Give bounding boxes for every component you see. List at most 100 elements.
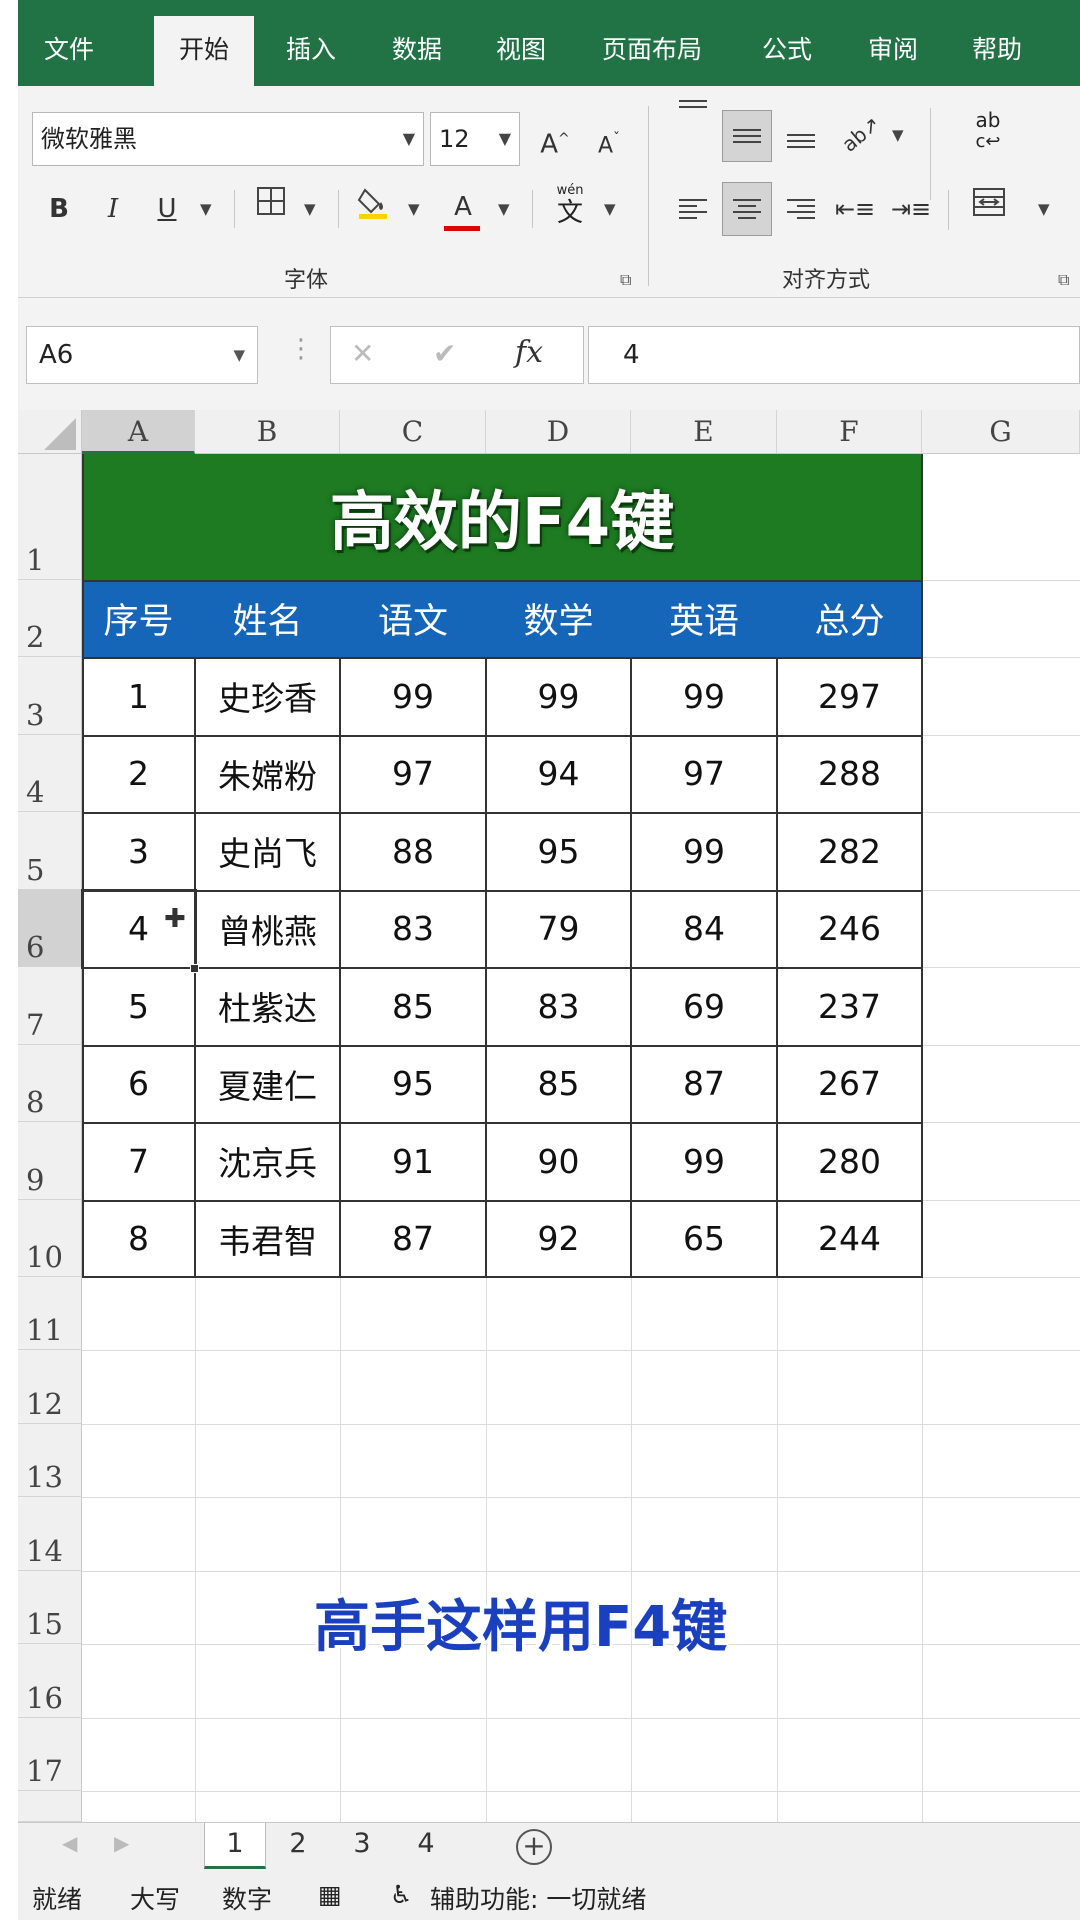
cancel-icon[interactable]: ✕ — [351, 337, 374, 370]
chevron-down-icon[interactable]: ▼ — [1038, 200, 1050, 218]
table-cell[interactable]: 97 — [340, 735, 486, 812]
table-cell[interactable]: 83 — [486, 967, 631, 1045]
scroll-left-icon[interactable]: ◀ — [62, 1831, 77, 1855]
row-header[interactable]: 17 — [18, 1718, 82, 1791]
table-cell[interactable]: 92 — [486, 1200, 631, 1277]
font-size-select[interactable]: 12 ▼ — [430, 112, 520, 166]
chevron-down-icon[interactable]: ▼ — [304, 200, 316, 218]
table-cell[interactable]: 史尚飞 — [195, 812, 340, 890]
table-cell[interactable]: 99 — [631, 657, 777, 735]
phonetic-button[interactable]: wén 文 — [548, 184, 592, 234]
sheet-tab-2[interactable]: 2 — [268, 1823, 328, 1869]
table-cell[interactable]: 87 — [631, 1045, 777, 1122]
merge-center-button[interactable] — [964, 184, 1014, 234]
tab-file[interactable]: 文件 — [26, 0, 112, 86]
chevron-down-icon[interactable]: ▼ — [408, 200, 420, 218]
table-cell[interactable]: 87 — [340, 1200, 486, 1277]
table-cell[interactable]: 5 — [82, 967, 195, 1045]
table-header-cell[interactable]: 姓名 — [195, 580, 340, 657]
table-cell[interactable]: 95 — [486, 812, 631, 890]
column-header[interactable]: B — [195, 410, 340, 454]
tab-page-layout[interactable]: 页面布局 — [584, 0, 720, 86]
worksheet-grid[interactable]: A B C D E F G 1 2 3 4 5 6 7 8 9 10 11 12… — [18, 410, 1080, 1822]
row-header[interactable]: 12 — [18, 1350, 82, 1424]
row-header[interactable]: 10 — [18, 1200, 82, 1277]
chevron-down-icon[interactable]: ▼ — [233, 327, 245, 383]
macro-icon[interactable]: ▦ — [318, 1880, 342, 1909]
chevron-down-icon[interactable]: ▼ — [892, 126, 904, 144]
chevron-down-icon[interactable]: ▼ — [498, 200, 510, 218]
table-cell[interactable]: 99 — [486, 657, 631, 735]
row-header[interactable]: 13 — [18, 1424, 82, 1497]
sheet-tab-3[interactable]: 3 — [332, 1823, 392, 1869]
column-header[interactable]: F — [777, 410, 922, 454]
table-cell[interactable]: 288 — [777, 735, 922, 812]
table-cell[interactable]: 90 — [486, 1122, 631, 1200]
table-cell[interactable]: 朱嫦粉 — [195, 735, 340, 812]
column-header[interactable]: G — [922, 410, 1080, 454]
tab-review[interactable]: 审阅 — [850, 0, 936, 86]
table-cell[interactable]: 297 — [777, 657, 922, 735]
table-cell[interactable]: 83 — [340, 890, 486, 967]
dialog-launcher-icon[interactable]: ⧉ — [620, 270, 631, 290]
table-cell[interactable]: 65 — [631, 1200, 777, 1277]
row-header[interactable]: 2 — [18, 580, 82, 657]
row-header[interactable]: 16 — [18, 1644, 82, 1718]
select-all-button[interactable] — [18, 410, 82, 454]
increase-indent-button[interactable]: ⇥≡ — [886, 184, 936, 234]
accessibility-icon[interactable]: ♿ — [390, 1880, 412, 1909]
table-header-cell[interactable]: 总分 — [777, 580, 922, 657]
align-center-button[interactable] — [722, 182, 772, 236]
tab-data[interactable]: 数据 — [374, 0, 460, 86]
table-cell[interactable]: 2 — [82, 735, 195, 812]
row-header[interactable]: 5 — [18, 812, 82, 890]
table-cell[interactable]: 267 — [777, 1045, 922, 1122]
row-header[interactable]: 8 — [18, 1045, 82, 1122]
row-header[interactable]: 6 — [18, 890, 82, 967]
table-cell[interactable]: 99 — [340, 657, 486, 735]
table-cell[interactable]: 69 — [631, 967, 777, 1045]
row-header[interactable] — [18, 1791, 82, 1822]
table-cell[interactable]: 8 — [82, 1200, 195, 1277]
tab-help[interactable]: 帮助 — [954, 0, 1040, 86]
table-title[interactable]: 高效的F4键 — [82, 454, 922, 580]
table-cell[interactable]: 88 — [340, 812, 486, 890]
sheet-tab-4[interactable]: 4 — [396, 1823, 456, 1869]
table-cell[interactable]: 85 — [340, 967, 486, 1045]
sheet-tab-1[interactable]: 1 — [204, 1823, 266, 1869]
table-cell[interactable]: 244 — [777, 1200, 922, 1277]
table-header-cell[interactable]: 数学 — [486, 580, 631, 657]
align-right-button[interactable] — [776, 184, 826, 234]
bold-button[interactable]: B — [34, 184, 84, 234]
underline-button[interactable]: U — [142, 184, 192, 234]
table-header-cell[interactable]: 英语 — [631, 580, 777, 657]
table-cell[interactable]: 79 — [486, 890, 631, 967]
scroll-right-icon[interactable]: ▶ — [114, 1831, 129, 1855]
bottom-align-button[interactable] — [776, 110, 826, 160]
tab-insert[interactable]: 插入 — [268, 0, 354, 86]
middle-align-button[interactable] — [722, 110, 772, 162]
table-cell[interactable]: 85 — [486, 1045, 631, 1122]
wrap-text-button[interactable]: ab c↩ — [968, 110, 1008, 152]
chevron-down-icon[interactable]: ▼ — [604, 200, 616, 218]
table-cell[interactable]: 99 — [631, 1122, 777, 1200]
table-cell[interactable]: 280 — [777, 1122, 922, 1200]
table-header-cell[interactable]: 语文 — [340, 580, 486, 657]
table-cell[interactable]: 韦君智 — [195, 1200, 340, 1277]
table-cell[interactable]: 237 — [777, 967, 922, 1045]
row-header[interactable]: 14 — [18, 1497, 82, 1571]
orientation-button[interactable]: ab↗ — [836, 108, 886, 158]
table-cell[interactable]: 91 — [340, 1122, 486, 1200]
table-cell[interactable]: 3 — [82, 812, 195, 890]
table-cell[interactable]: 84 — [631, 890, 777, 967]
table-cell[interactable]: 282 — [777, 812, 922, 890]
column-header[interactable]: C — [340, 410, 486, 454]
column-header[interactable]: A — [82, 410, 195, 454]
insert-function-icon[interactable]: fx — [515, 335, 543, 370]
dialog-launcher-icon[interactable]: ⧉ — [1058, 270, 1069, 290]
table-cell[interactable]: 94 — [486, 735, 631, 812]
name-box[interactable]: A6 ▼ — [26, 326, 258, 384]
table-cell[interactable]: 史珍香 — [195, 657, 340, 735]
table-header-cell[interactable]: 序号 — [82, 580, 195, 657]
add-sheet-button[interactable]: + — [516, 1829, 552, 1865]
